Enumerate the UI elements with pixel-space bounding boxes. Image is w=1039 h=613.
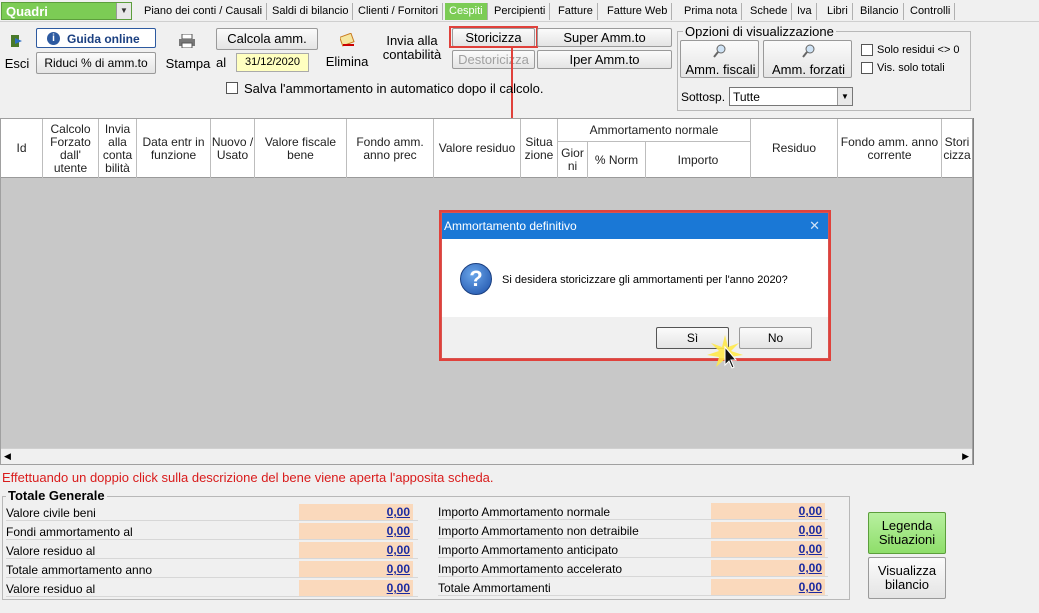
- opzioni-title: Opzioni di visualizzazione: [683, 24, 836, 39]
- solo-residui-label: Solo residui <> 0: [877, 44, 960, 56]
- menu-bar: Quadri ▼ Piano dei conti / Causali Saldi…: [0, 0, 1039, 22]
- dialog-title: Ammortamento definitivo: [444, 219, 577, 233]
- stampa-button[interactable]: Stampa: [162, 28, 212, 74]
- dialog-message: Si desidera storicizzare gli ammortament…: [502, 274, 788, 286]
- chevron-down-icon[interactable]: ▼: [116, 3, 131, 19]
- super-amm-button[interactable]: Super Amm.to: [537, 28, 672, 47]
- storicizza-highlight: [449, 26, 538, 48]
- scroll-right-icon[interactable]: ▶: [962, 451, 969, 462]
- guida-online-button[interactable]: i Guida online: [36, 28, 156, 48]
- sottosp-select[interactable]: Tutte ▼: [729, 87, 853, 106]
- stampa-label: Stampa: [165, 56, 211, 71]
- invia-contabilita-button[interactable]: Invia alla contabilità: [376, 28, 448, 74]
- menu-fatture-web[interactable]: Fatture Web: [603, 3, 673, 20]
- amm-fiscali-label: Amm. fiscali: [685, 62, 756, 77]
- col-nuovo: Nuovo / Usato: [211, 119, 255, 178]
- sottosp-value: Tutte: [733, 90, 760, 104]
- total-left-value: 0,00: [299, 504, 413, 520]
- total-right-value: 0,00: [711, 503, 825, 519]
- menu-prima-nota[interactable]: Prima nota: [680, 3, 743, 20]
- iper-amm-button[interactable]: Iper Amm.to: [537, 50, 672, 69]
- col-valore-fiscale: Valore fiscale bene: [255, 119, 347, 178]
- solo-residui-checkbox[interactable]: [861, 44, 873, 56]
- col-valore-residuo: Valore residuo: [434, 119, 521, 178]
- total-right-value: 0,00: [711, 522, 825, 538]
- elimina-label: Elimina: [325, 54, 369, 69]
- info-icon: i: [47, 32, 60, 45]
- ammortamento-dialog: Ammortamento definitivo ✕ ? Si desidera …: [441, 212, 829, 359]
- exit-icon: [11, 35, 22, 47]
- col-storicizza: Stori cizza: [943, 134, 971, 162]
- menu-bilancio[interactable]: Bilancio: [856, 3, 904, 20]
- elimina-button[interactable]: Elimina: [322, 28, 372, 74]
- destoricizza-button[interactable]: Destoricizza: [452, 50, 535, 69]
- hint-text: Effettuando un doppio click sulla descri…: [2, 470, 494, 485]
- no-button[interactable]: No: [739, 327, 812, 349]
- amm-forzati-label: Amm. forzati: [772, 62, 845, 77]
- total-right-value: 0,00: [711, 560, 825, 576]
- close-icon[interactable]: ✕: [809, 218, 820, 234]
- date-field[interactable]: 31/12/2020: [236, 53, 309, 72]
- sottosp-label: Sottosp.: [681, 90, 726, 104]
- quadri-dropdown[interactable]: Quadri ▼: [1, 2, 132, 20]
- col-invia: Invia alla conta bilità: [99, 119, 137, 178]
- total-left-value: 0,00: [299, 580, 413, 596]
- total-left-value: 0,00: [299, 561, 413, 577]
- guida-label: Guida online: [67, 32, 140, 46]
- eraser-icon: [339, 32, 356, 50]
- col-id: Id: [1, 119, 43, 178]
- col-importo: Importo: [646, 141, 751, 178]
- legenda-situazioni-button[interactable]: Legenda Situazioni: [868, 512, 946, 554]
- quadri-label: Quadri: [6, 4, 48, 19]
- total-right-value: 0,00: [711, 579, 825, 595]
- solo-totali-checkbox[interactable]: [861, 62, 873, 74]
- col-residuo: Residuo: [751, 119, 838, 178]
- menu-controlli[interactable]: Controlli: [906, 3, 956, 20]
- total-left-value: 0,00: [299, 542, 413, 558]
- salva-checkbox[interactable]: [226, 82, 238, 94]
- total-right-value: 0,00: [711, 541, 825, 557]
- magnifier-icon: [802, 44, 816, 61]
- cursor-click-icon: [707, 335, 743, 369]
- al-label: al: [216, 55, 227, 70]
- esci-button[interactable]: Esci: [2, 28, 32, 74]
- horizontal-scrollbar[interactable]: ◀ ▶: [1, 448, 972, 464]
- col-situazione: Situa zione: [521, 119, 558, 178]
- dialog-titlebar: Ammortamento definitivo ✕: [442, 213, 828, 239]
- menu-clienti-fornitori[interactable]: Clienti / Fornitori: [354, 3, 444, 20]
- grid-header: Id Calcolo Forzato dall' utente Invia al…: [1, 119, 972, 178]
- menu-fatture[interactable]: Fatture: [554, 3, 598, 20]
- col-fondo-corrente: Fondo amm. anno corrente: [838, 119, 942, 178]
- amm-forzati-button[interactable]: Amm. forzati: [763, 40, 852, 78]
- dialog-footer: Sì No: [442, 317, 828, 358]
- scroll-left-icon[interactable]: ◀: [4, 451, 11, 462]
- solo-totali-label: Vis. solo totali: [877, 62, 945, 74]
- menu-percipienti[interactable]: Percipienti: [490, 3, 551, 20]
- menu-schede[interactable]: Schede: [746, 3, 793, 20]
- totals-title: Totale Generale: [6, 488, 107, 503]
- col-perc-norm: % Norm: [588, 141, 646, 178]
- calcola-amm-button[interactable]: Calcola amm.: [216, 28, 318, 50]
- visualizza-bilancio-button[interactable]: Visualizza bilancio: [868, 557, 946, 599]
- menu-libri[interactable]: Libri: [823, 3, 853, 20]
- col-giorni: Gior ni: [558, 141, 588, 178]
- col-data: Data entr in funzione: [137, 119, 211, 178]
- question-icon: ?: [460, 263, 492, 295]
- chevron-down-icon[interactable]: ▼: [837, 88, 852, 105]
- salva-checkbox-label: Salva l'ammortamento in automatico dopo …: [244, 81, 544, 96]
- grid-right-border: [973, 118, 974, 465]
- menu-iva[interactable]: Iva: [793, 3, 817, 20]
- magnifier-icon: [713, 44, 727, 61]
- riduci-button[interactable]: Riduci % di amm.to: [36, 52, 156, 74]
- col-amm-normale: Ammortamento normale: [558, 119, 751, 141]
- printer-icon: [179, 33, 195, 51]
- total-left-value: 0,00: [299, 523, 413, 539]
- col-calcolo: Calcolo Forzato dall' utente: [43, 119, 99, 178]
- menu-saldi-bilancio[interactable]: Saldi di bilancio: [268, 3, 354, 20]
- col-fondo-prec: Fondo amm. anno prec: [347, 119, 434, 178]
- menu-piano-conti[interactable]: Piano dei conti / Causali: [140, 3, 268, 20]
- amm-fiscali-button[interactable]: Amm. fiscali: [680, 40, 759, 78]
- esci-label: Esci: [4, 56, 30, 71]
- menu-cespiti[interactable]: Cespiti: [445, 3, 488, 20]
